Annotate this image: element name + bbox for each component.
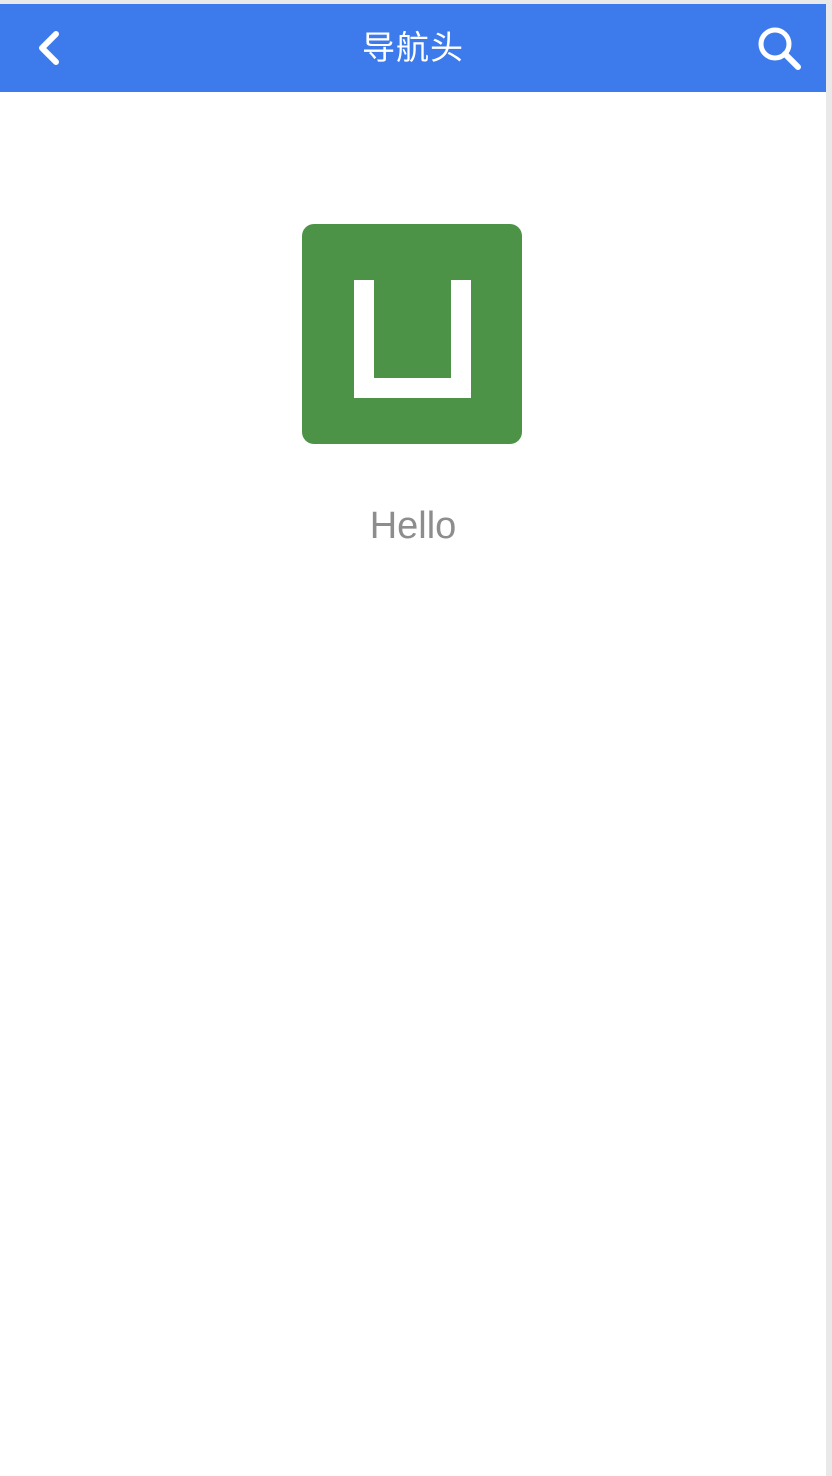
navigation-bar: 导航头 bbox=[0, 4, 826, 92]
app-logo bbox=[302, 224, 522, 444]
page-title: 导航头 bbox=[362, 28, 464, 67]
uniapp-logo-icon bbox=[354, 280, 471, 398]
chevron-left-icon bbox=[39, 31, 59, 65]
back-button[interactable] bbox=[24, 22, 76, 74]
app-screen: 导航头 Hello bbox=[0, 4, 826, 1476]
search-icon bbox=[758, 27, 801, 70]
hello-text: Hello bbox=[369, 505, 457, 547]
search-button[interactable] bbox=[752, 21, 806, 75]
